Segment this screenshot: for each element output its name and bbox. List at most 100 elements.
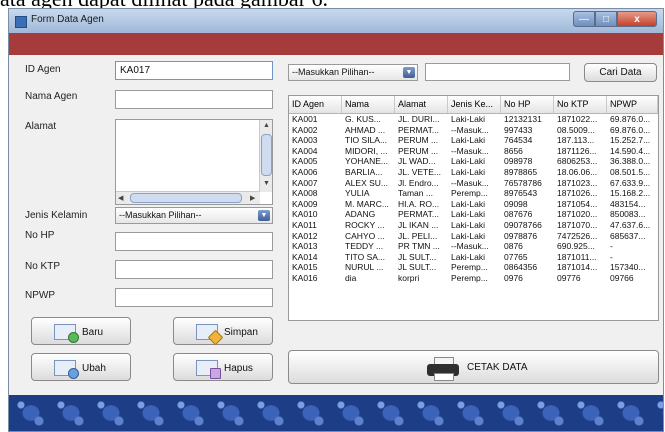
table-cell: 0978876 [504,230,538,241]
table-row[interactable]: KA015 NURUL ... JL SULT... Peremp... 0864356… [289,262,658,273]
table-cell: PERMAT... [398,124,439,135]
table-cell: 14.590.4... [610,145,651,156]
table-cell: 76578786 [504,177,542,188]
close-icon[interactable]: x [617,11,657,27]
cetak-data-label: CETAK DATA [467,362,528,373]
table-cell: JL WAD... [398,156,436,167]
table-row[interactable]: KA001 G. KUS... JL. DURI... Laki-Laki 121321… [289,114,658,125]
table-row[interactable]: KA008 YULIA Taman ... Peremp... 8976543 18710… [289,188,658,199]
table-cell: Laki-Laki [451,230,486,241]
scroll-down-icon[interactable]: ▼ [263,180,270,187]
simpan-button[interactable]: Simpan [173,317,273,346]
table-cell: 36.388.0... [610,156,651,167]
table-cell: 1871022... [557,114,598,124]
table-cell: KA002 [292,124,318,135]
column-header[interactable]: Alamat [395,96,448,113]
table-cell: 187.113... [557,135,595,146]
column-header[interactable]: Nama [342,96,395,113]
table-cell: Laki-Laki [451,209,486,220]
search-filter-select[interactable]: --Masukkan Pilihan-- ▼ [288,64,418,81]
column-header[interactable]: No HP [501,96,554,113]
table-cell: G. KUS... [345,114,381,124]
maximize-icon[interactable]: □ [595,11,617,27]
alamat-label: Alamat [25,121,57,132]
chevron-down-icon[interactable]: ▼ [403,67,415,78]
table-cell: KA013 [292,241,318,252]
table-cell: AHMAD ... [345,124,386,135]
minimize-icon[interactable]: — [573,11,595,27]
table-row[interactable]: KA010 ADANG PERMAT... Laki-Laki 087676 187102… [289,209,658,220]
table-row[interactable]: KA007 ALEX SU... Jl. Endro... --Masuk... 765… [289,178,658,189]
table-cell: ALEX SU... [345,177,388,188]
table-cell: 15.252.7... [610,135,651,146]
nama-agen-field[interactable] [115,90,273,109]
npwp-field[interactable] [115,288,273,307]
search-input[interactable] [425,63,570,81]
table-cell: PERUM ... [398,145,439,156]
jenis-kelamin-label: Jenis Kelamin [25,210,88,221]
table-row[interactable]: KA012 CAHYO ... JL. PELI... Laki-Laki 097887… [289,231,658,242]
table-cell: KA011 [292,219,317,230]
column-header[interactable]: Jenis Ke... [448,96,501,113]
table-row[interactable]: KA006 BARLIA... JL. VETE... Laki-Laki 897886… [289,167,658,178]
no-ktp-field[interactable] [115,260,273,279]
table-cell: JL IKAN ... [398,219,439,230]
hapus-button[interactable]: Hapus [173,353,273,381]
no-hp-field[interactable] [115,232,273,251]
table-row[interactable]: KA013 TEDDY ... PR TMN ... --Masuk... 0876 69… [289,241,658,252]
column-header[interactable]: NPWP [607,96,658,113]
table-cell: 8978865 [504,166,538,177]
table-cell: Peremp... [451,272,488,283]
table-cell: 09766 [610,272,634,283]
table-cell: PR TMN ... [398,241,440,252]
table-cell: 1871054... [557,198,598,209]
table-row[interactable]: KA009 M. MARC... HI.A. RO... Laki-Laki 09098… [289,199,658,210]
table-cell: --Masuk... [451,124,489,135]
table-cell: Laki-Laki [451,219,486,230]
column-header[interactable]: No KTP [554,96,607,113]
vertical-scroll-thumb[interactable] [261,134,272,176]
cari-data-button[interactable]: Cari Data [584,63,657,82]
table-cell: 1871126... [557,145,597,156]
jenis-kelamin-value: --Masukkan Pilihan-- [119,210,202,220]
table-cell: 12132131 [504,114,542,124]
window-controls: — □ x [573,11,657,27]
table-cell: 08.5009... [557,124,595,135]
alamat-textarea[interactable]: ▲ ▼ ◀ ▶ [115,119,273,205]
ubah-button-label: Ubah [82,363,106,374]
chevron-down-icon[interactable]: ▼ [258,210,270,221]
table-cell: 7472526... [557,230,598,241]
table-row[interactable]: KA002 AHMAD ... PERMAT... --Masuk... 997433 0… [289,125,658,136]
table-cell: KA001 [292,114,318,124]
table-row[interactable]: KA011 ROCKY ... JL IKAN ... Laki-Laki 090787… [289,220,658,231]
agen-table: ID Agen Nama Alamat Jenis Ke... No HP No KTP N… [288,95,659,321]
table-cell: YULIA [345,188,370,199]
npwp-label: NPWP [25,290,55,301]
horizontal-scrollbar[interactable]: ◀ ▶ [116,191,260,204]
jenis-kelamin-select[interactable]: --Masukkan Pilihan-- ▼ [115,207,273,224]
ubah-button[interactable]: Ubah [31,353,131,381]
cetak-data-button[interactable]: CETAK DATA [288,350,659,384]
column-header[interactable]: ID Agen [289,96,342,113]
table-row[interactable]: KA003 TIO SILA... PERUM ... Laki-Laki 764534… [289,135,658,146]
table-cell: Peremp... [451,262,488,273]
table-row[interactable]: KA016 dia korpri Peremp... 0976 09776 09766 [289,273,658,284]
scroll-up-icon[interactable]: ▲ [263,122,270,129]
table-cell: 07765 [504,251,528,262]
vertical-scrollbar[interactable]: ▲ ▼ [259,120,272,192]
table-row[interactable]: KA004 MIDORI, ... PERUM ... --Masuk... 8656 1… [289,146,658,157]
no-ktp-label: No KTP [25,261,61,272]
horizontal-scroll-thumb[interactable] [130,193,242,203]
table-row[interactable]: KA014 TITO SA... JL SULT... Laki-Laki 07765 1… [289,252,658,263]
table-cell: JL SULT... [398,262,437,273]
table-cell: 69.876.0... [610,114,651,124]
window-title: Form Data Agen [31,14,104,25]
scroll-right-icon[interactable]: ▶ [250,194,255,202]
table-cell: 6806253... [557,156,598,167]
id-agen-field[interactable]: KA017 [115,61,273,80]
scroll-left-icon[interactable]: ◀ [118,194,123,202]
table-cell: - [610,241,613,252]
baru-button[interactable]: Baru [31,317,131,345]
table-row[interactable]: KA005 YOHANE... JL WAD... Laki-Laki 098978 68… [289,156,658,167]
table-cell: KA003 [292,135,318,146]
